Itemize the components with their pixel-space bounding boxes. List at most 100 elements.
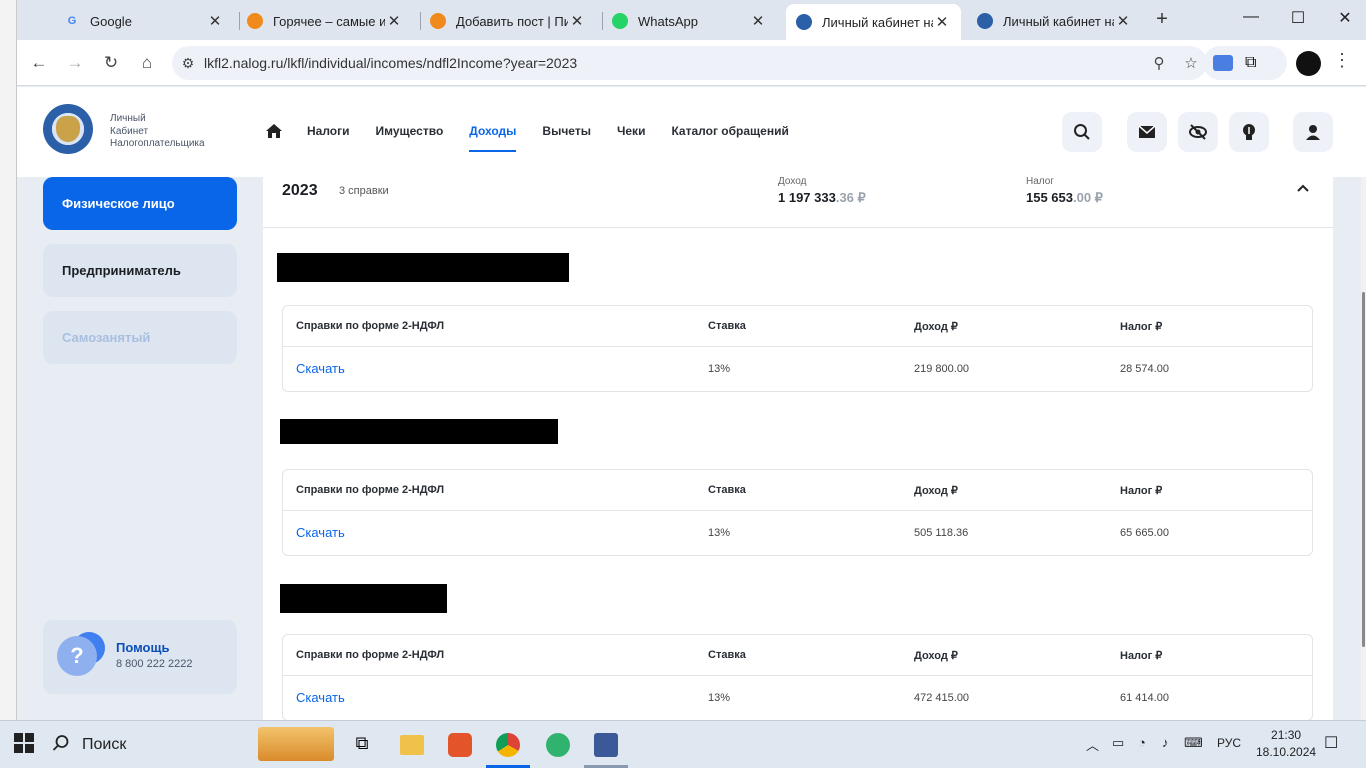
browser-tab-bar: G Google ✕ Горячее – самые ин ✕ Добавить… [17, 0, 1366, 40]
user-profile-icon[interactable] [1293, 112, 1333, 152]
rate-value: 13% [708, 527, 731, 539]
sidebar-item-individual[interactable]: Физическое лицо [43, 177, 237, 230]
back-button[interactable]: ← [27, 51, 51, 75]
question-icon: ? [57, 636, 97, 676]
fns-emblem-logo[interactable] [43, 104, 93, 154]
tax-value: 65 665.00 [1120, 527, 1169, 539]
whatsapp-icon [612, 13, 628, 29]
remote-desktop-icon[interactable] [594, 733, 618, 757]
notifications-icon[interactable]: ☐ [1324, 733, 1338, 753]
url-text[interactable]: lkfl2.nalog.ru/lkfl/individual/incomes/n… [204, 55, 1143, 71]
profile-avatar[interactable] [1296, 51, 1321, 76]
volume-icon[interactable]: ♪ [1162, 735, 1169, 750]
desktop-background-strip [0, 0, 17, 720]
nav-receipts[interactable]: Чеки [617, 124, 646, 138]
nav-taxes[interactable]: Налоги [307, 124, 350, 138]
table-header: Справки по форме 2-НДФЛ Ставка Доход ₽ Н… [283, 470, 1312, 511]
tab-nalog[interactable]: Личный кабинет на ✕ [967, 6, 1142, 36]
nav-incomes[interactable]: Доходы [469, 124, 517, 152]
search-icon[interactable] [1062, 112, 1102, 152]
network-icon[interactable]: ◔ [1138, 735, 1146, 750]
tab-pikabu-hot[interactable]: Горячее – самые ин ✕ [237, 6, 413, 36]
translate-extension-icon[interactable] [1213, 55, 1233, 71]
nav-property[interactable]: Имущество [376, 124, 444, 138]
site-brand[interactable]: Личный Кабинет Налогоплательщика [110, 113, 205, 151]
accessibility-eye-icon[interactable] [1178, 112, 1218, 152]
close-tab-icon[interactable]: ✕ [568, 12, 586, 30]
task-view-icon[interactable]: ⧉ [350, 733, 374, 757]
sidebar-item-self-employed[interactable]: Самозанятый [43, 311, 237, 364]
page-content: Личный Кабинет Налогоплательщика Налоги … [17, 87, 1366, 720]
nav-requests-catalog[interactable]: Каталог обращений [671, 124, 788, 138]
close-tab-icon[interactable]: ✕ [1114, 12, 1132, 30]
close-tab-icon[interactable]: ✕ [385, 12, 403, 30]
tab-whatsapp[interactable]: WhatsApp ✕ [602, 6, 777, 36]
close-tab-icon[interactable]: ✕ [749, 12, 767, 30]
site-info-icon[interactable]: ⚙ [172, 55, 204, 72]
edge-browser-icon[interactable] [546, 733, 570, 757]
show-hidden-icons[interactable]: ︿ [1086, 735, 1099, 754]
chrome-browser-icon[interactable] [496, 733, 520, 757]
chevron-up-icon[interactable] [1297, 180, 1309, 195]
browser-toolbar: ← → ↻ ⌂ ⚙ lkfl2.nalog.ru/lkfl/individual… [17, 40, 1366, 86]
download-link[interactable]: Скачать [296, 361, 345, 376]
incomes-panel: 2023 3 справки Доход 1 197 333.36 ₽ Нало… [263, 177, 1333, 720]
reload-button[interactable]: ↻ [99, 51, 123, 75]
tax-label: Налог [1026, 177, 1054, 187]
help-title: Помощь [116, 640, 170, 655]
table-header: Справки по форме 2-НДФЛ Ставка Доход ₽ Н… [283, 306, 1312, 347]
certificate-card: Справки по форме 2-НДФЛ Ставка Доход ₽ Н… [282, 469, 1313, 556]
certificate-card: Справки по форме 2-НДФЛ Ставка Доход ₽ Н… [282, 305, 1313, 392]
certificate-card: Справки по форме 2-НДФЛ Ставка Доход ₽ Н… [282, 634, 1313, 720]
download-link[interactable]: Скачать [296, 525, 345, 540]
taskbar-search[interactable]: Поиск [52, 729, 252, 761]
file-explorer-icon[interactable] [400, 735, 424, 755]
home-icon[interactable] [265, 123, 283, 139]
lightbulb-icon[interactable] [1229, 112, 1269, 152]
tab-pikabu-add-post[interactable]: Добавить пост | Пик ✕ [420, 6, 596, 36]
tab-nalog-active[interactable]: Личный кабинет на ✕ [786, 4, 961, 40]
new-tab-button[interactable]: + [1150, 8, 1174, 31]
nalog-icon [977, 13, 993, 29]
battery-icon[interactable]: ▭ [1112, 735, 1124, 751]
help-block[interactable]: ? Помощь 8 800 222 2222 [43, 620, 237, 694]
tab-google[interactable]: G Google ✕ [54, 6, 234, 36]
google-icon: G [67, 15, 77, 27]
site-header: Личный Кабинет Налогоплательщика Налоги … [17, 87, 1366, 177]
year-summary-row[interactable]: 2023 3 справки Доход 1 197 333.36 ₽ Нало… [263, 177, 1333, 228]
table-header: Справки по форме 2-НДФЛ Ставка Доход ₽ Н… [283, 635, 1312, 676]
income-value: 219 800.00 [914, 363, 970, 375]
sidebar-item-entrepreneur[interactable]: Предприниматель [43, 244, 237, 297]
certificates-count: 3 справки [339, 185, 389, 197]
close-window-button[interactable]: ✕ [1330, 8, 1360, 28]
news-widget-icon[interactable] [258, 727, 334, 761]
keyboard-icon[interactable]: ⌨ [1184, 735, 1203, 751]
download-link[interactable]: Скачать [296, 690, 345, 705]
redacted-employer-name [277, 253, 569, 282]
tax-value: 61 414.00 [1120, 692, 1169, 704]
maximize-button[interactable]: ☐ [1283, 8, 1313, 28]
main-navigation: Налоги Имущество Доходы Вычеты Чеки Ката… [265, 123, 815, 152]
page-scrollbar[interactable] [1361, 177, 1366, 720]
nalog-icon [796, 14, 812, 30]
home-button[interactable]: ⌂ [135, 51, 159, 75]
address-bar[interactable]: ⚙ lkfl2.nalog.ru/lkfl/individual/incomes… [172, 46, 1207, 80]
windows-taskbar: Поиск ⧉ ︿ ▭ ◔ ♪ ⌨ РУС 21:30 18.10.2024 ☐ [0, 720, 1366, 768]
browser-menu-icon[interactable]: ⋮ [1333, 50, 1351, 71]
system-clock[interactable]: 21:30 18.10.2024 [1256, 727, 1316, 761]
minimize-button[interactable]: — [1236, 8, 1266, 26]
brave-browser-icon[interactable] [448, 733, 472, 757]
mail-icon[interactable] [1127, 112, 1167, 152]
windows-start-icon[interactable] [14, 733, 38, 757]
language-indicator[interactable]: РУС [1217, 736, 1241, 750]
nav-deductions[interactable]: Вычеты [542, 124, 591, 138]
extensions-area: ⧉ [1203, 46, 1287, 80]
close-tab-icon[interactable]: ✕ [206, 12, 224, 30]
tax-value: 28 574.00 [1120, 363, 1169, 375]
forward-button[interactable]: → [63, 51, 87, 75]
puzzle-extensions-icon[interactable]: ⧉ [1245, 55, 1265, 71]
scrollbar-thumb[interactable] [1362, 292, 1365, 647]
close-tab-icon[interactable]: ✕ [933, 13, 951, 31]
zoom-icon[interactable]: ⚲ [1143, 54, 1175, 72]
income-total: 1 197 333.36 ₽ [778, 190, 866, 205]
